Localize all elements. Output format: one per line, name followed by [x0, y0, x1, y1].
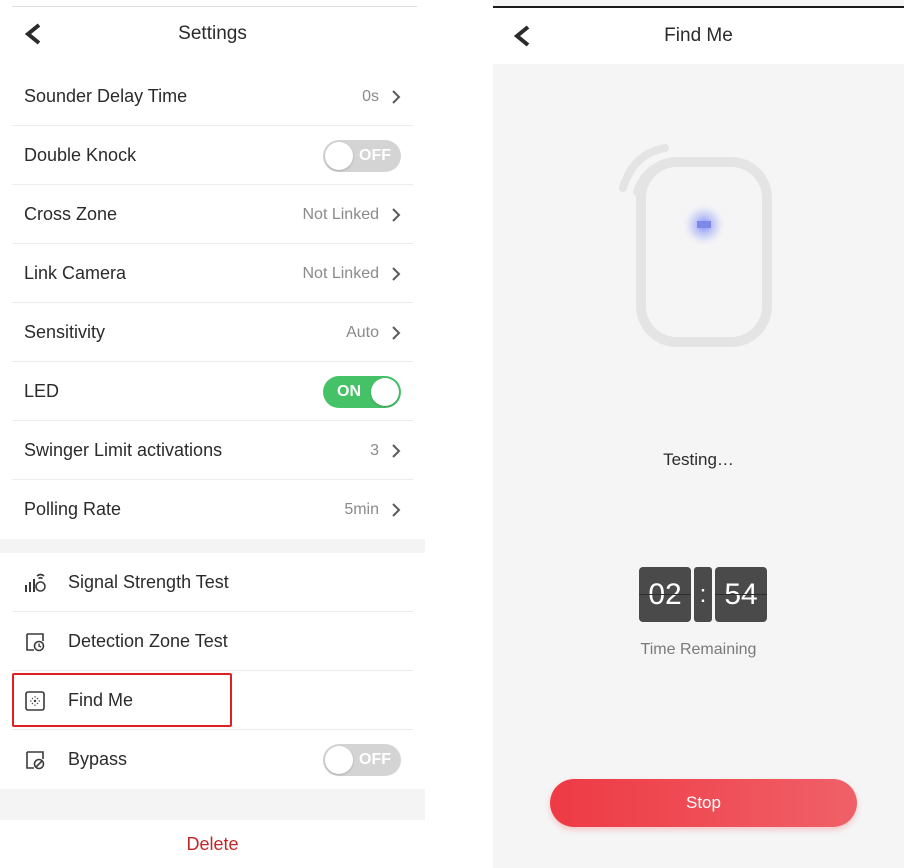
row-bypass: Bypass OFF — [0, 730, 425, 789]
chevron-right-icon — [392, 502, 401, 517]
timer-seconds: 54 — [715, 567, 767, 622]
back-arrow-icon[interactable] — [513, 25, 531, 47]
timer-minutes: 02 — [639, 567, 691, 622]
find-me-highlight-box — [12, 673, 232, 727]
back-arrow-icon[interactable] — [24, 23, 42, 45]
row-value: Not Linked — [302, 205, 380, 223]
row-label: Double Knock — [24, 145, 137, 165]
section-gap — [0, 789, 425, 820]
row-label: LED — [24, 381, 60, 401]
timer-separator: : — [694, 567, 712, 622]
testing-status: Testing… — [663, 450, 734, 469]
row-value: Not Linked — [302, 264, 380, 282]
row-label: Bypass — [68, 749, 128, 769]
row-label: Sounder Delay Time — [24, 86, 188, 106]
countdown-timer: 02 : 54 — [639, 567, 767, 622]
row-label: Signal Strength Test — [68, 572, 229, 592]
detector-device-icon — [619, 144, 772, 347]
row-label: Polling Rate — [24, 499, 122, 519]
row-cross-zone[interactable]: Cross Zone Not Linked — [0, 185, 425, 244]
row-label: Sensitivity — [24, 322, 106, 342]
settings-header: Settings — [0, 6, 425, 62]
settings-screen: Settings Sounder Delay Time 0s Double Kn… — [0, 0, 425, 868]
delete-button[interactable]: Delete — [0, 820, 425, 868]
row-double-knock: Double Knock OFF — [0, 126, 425, 185]
chevron-right-icon — [392, 207, 401, 222]
row-label: Swinger Limit activations — [24, 440, 223, 460]
chevron-right-icon — [392, 443, 401, 458]
row-value: Auto — [346, 323, 379, 341]
chevron-right-icon — [392, 266, 401, 281]
row-polling-rate[interactable]: Polling Rate 5min — [0, 480, 425, 539]
row-value: 0s — [362, 87, 379, 105]
row-swinger-limit[interactable]: Swinger Limit activations 3 — [0, 421, 425, 480]
chevron-right-icon — [392, 89, 401, 104]
row-label: Detection Zone Test — [68, 631, 228, 651]
page-title: Find Me — [664, 25, 733, 46]
led-toggle[interactable]: ON — [323, 375, 401, 408]
row-link-camera[interactable]: Link Camera Not Linked — [0, 244, 425, 303]
page-title: Settings — [178, 23, 247, 44]
row-value: 5min — [344, 500, 379, 518]
row-label: Link Camera — [24, 263, 127, 283]
row-sounder-delay-time[interactable]: Sounder Delay Time 0s — [0, 67, 425, 126]
row-value: 3 — [370, 441, 379, 459]
row-label: Cross Zone — [24, 204, 118, 224]
row-signal-strength-test[interactable]: Signal Strength Test — [0, 553, 425, 612]
bypass-toggle[interactable]: OFF — [323, 743, 401, 776]
detection-zone-icon — [26, 632, 45, 651]
bypass-icon — [26, 750, 45, 769]
double-knock-toggle[interactable]: OFF — [323, 139, 401, 172]
row-detection-zone-test[interactable]: Detection Zone Test — [0, 612, 425, 671]
row-sensitivity[interactable]: Sensitivity Auto — [0, 303, 425, 362]
find-me-screen: Find Me Testing… 02 : 54 Time Remaining … — [493, 0, 904, 868]
section-gap — [0, 539, 425, 553]
stop-button[interactable]: Stop — [550, 779, 857, 827]
chevron-right-icon — [392, 325, 401, 340]
row-led: LED ON — [0, 362, 425, 421]
signal-strength-icon — [25, 573, 46, 592]
time-remaining-label: Time Remaining — [640, 641, 757, 658]
find-me-header: Find Me — [493, 8, 904, 64]
